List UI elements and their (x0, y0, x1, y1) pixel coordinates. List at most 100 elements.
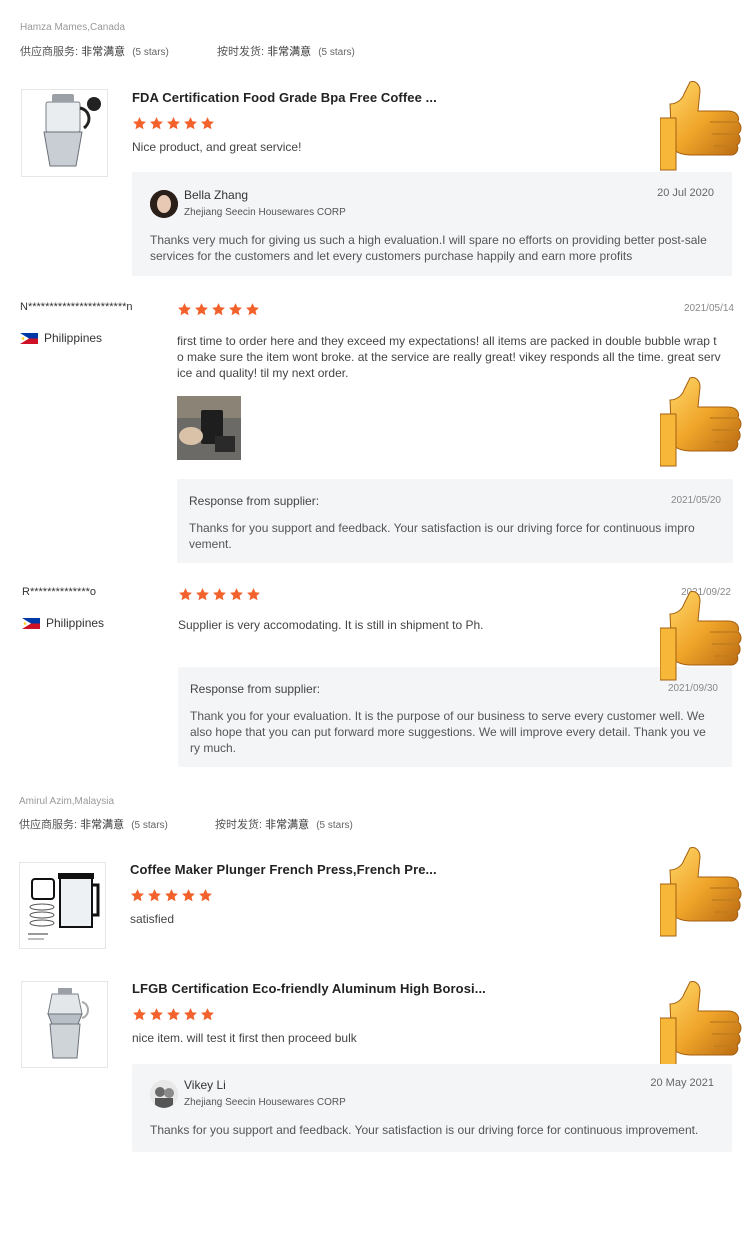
review-photo[interactable] (177, 396, 241, 460)
product-title[interactable]: LFGB Certification Eco-friendly Aluminum… (132, 981, 486, 996)
glass-moka-pot-icon (47, 988, 89, 1059)
person-avatar-icon (150, 190, 178, 218)
reply-company[interactable]: Zhejiang Seecin Housewares CORP (184, 207, 346, 218)
buyer-country: Philippines (20, 331, 102, 345)
star-icon (166, 116, 181, 131)
service-value: 非常满意 (81, 46, 126, 58)
response-label: Response from supplier: (189, 494, 320, 508)
shipping-value: 非常满意 (267, 46, 312, 58)
product-title[interactable]: Coffee Maker Plunger French Press,French… (130, 862, 437, 877)
star-icon (177, 302, 192, 317)
review-stars (177, 302, 260, 317)
avatar (150, 1080, 178, 1108)
response-text-line: Thanks for you support and feedback. You… (189, 521, 695, 535)
response-text-line: also hope that you can put forward more … (190, 725, 706, 739)
buyer-name: Amirul Azim,Malaysia (19, 796, 115, 807)
star-icon (149, 1007, 164, 1022)
review-text-line: o make sure the item wont broke. at the … (177, 350, 721, 364)
service-stars-note: (5 stars) (131, 820, 168, 831)
supplier-response: Response from supplier: 2021/05/20 Thank… (177, 479, 733, 563)
star-icon (183, 116, 198, 131)
star-icon (194, 302, 209, 317)
country-label: Philippines (46, 616, 105, 630)
star-icon (164, 888, 179, 903)
response-date: 2021/09/30 (667, 683, 718, 694)
response-text: Thanks for you support and feedback. You… (189, 520, 729, 552)
product-stars (132, 116, 215, 131)
reply-text: Thanks very much for giving us such a hi… (150, 233, 707, 263)
thumbs-up-icon (660, 588, 748, 684)
thumbs-up-icon (660, 374, 748, 470)
star-icon (212, 587, 227, 602)
star-icon (181, 888, 196, 903)
buyer-country: Philippines (22, 616, 104, 630)
service-rating-row: 供应商服务: 非常满意 (5 stars) (20, 43, 169, 59)
response-text-line: vement. (189, 537, 232, 551)
review-date: 2021/05/14 (683, 303, 734, 314)
supplier-response: Response from supplier: 2021/09/30 Thank… (178, 667, 732, 767)
shipping-stars-note: (5 stars) (316, 820, 353, 831)
product-comment: Nice product, and great service! (132, 140, 302, 154)
review-text-line: first time to order here and they exceed… (177, 334, 717, 348)
product-stars (130, 888, 213, 903)
review-photo-icon (177, 396, 241, 460)
star-icon (132, 116, 147, 131)
response-date: 2021/05/20 (670, 495, 721, 506)
reply-text: Thanks for you support and feedback. You… (150, 1123, 699, 1137)
service-label: 供应商服务: (20, 46, 79, 58)
shipping-value: 非常满意 (265, 819, 310, 831)
reply-author: Vikey Li (184, 1078, 226, 1092)
service-label: 供应商服务: (19, 819, 78, 831)
star-icon (149, 116, 164, 131)
star-icon (166, 1007, 181, 1022)
star-icon (132, 1007, 147, 1022)
star-icon (130, 888, 145, 903)
thumbs-up-icon (660, 978, 748, 1074)
philippines-flag-icon (22, 617, 40, 629)
response-text-line: Thank you for your evaluation. It is the… (190, 709, 705, 723)
product-title[interactable]: FDA Certification Food Grade Bpa Free Co… (132, 90, 437, 105)
star-icon (147, 888, 162, 903)
supplier-reply: Vikey Li Zhejiang Seecin Housewares CORP… (132, 1064, 732, 1152)
product-comment: nice item. will test it first then proce… (132, 1031, 357, 1045)
shipping-stars-note: (5 stars) (318, 47, 355, 58)
reply-date: 20 May 2021 (650, 1077, 714, 1089)
moka-pot-icon (43, 94, 101, 167)
response-label: Response from supplier: (190, 682, 321, 696)
star-icon (198, 888, 213, 903)
service-stars-note: (5 stars) (132, 47, 169, 58)
person-avatar-icon (150, 1080, 178, 1108)
buyer-name: Hamza Mames,Canada (20, 22, 126, 33)
reply-date: 20 Jul 2020 (657, 187, 714, 199)
buyer-name: N***********************n (20, 301, 133, 313)
product-comment: satisfied (130, 912, 175, 926)
star-icon (245, 302, 260, 317)
review-text-line: ice and quality! til my next order. (177, 366, 349, 380)
product-stars (132, 1007, 215, 1022)
star-icon (200, 1007, 215, 1022)
response-text-line: ry much. (190, 741, 237, 755)
country-label: Philippines (44, 331, 103, 345)
product-image[interactable] (21, 89, 108, 177)
reply-author: Bella Zhang (184, 188, 249, 202)
star-icon (246, 587, 261, 602)
french-press-icon (28, 873, 100, 940)
shipping-label: 按时发货: (215, 819, 263, 831)
star-icon (183, 1007, 198, 1022)
supplier-reply: Bella Zhang Zhejiang Seecin Housewares C… (132, 172, 732, 276)
product-image[interactable] (19, 862, 106, 949)
avatar (150, 190, 178, 218)
shipping-label: 按时发货: (217, 46, 265, 58)
reply-company[interactable]: Zhejiang Seecin Housewares CORP (184, 1097, 346, 1108)
shipping-rating-row: 按时发货: 非常满意 (5 stars) (217, 43, 355, 59)
review-stars (178, 587, 261, 602)
review-text: first time to order here and they exceed… (177, 333, 737, 381)
thumbs-up-icon (660, 844, 748, 940)
star-icon (178, 587, 193, 602)
star-icon (200, 116, 215, 131)
star-icon (211, 302, 226, 317)
shipping-rating-row: 按时发货: 非常满意 (5 stars) (215, 816, 353, 832)
star-icon (228, 302, 243, 317)
philippines-flag-icon (20, 332, 38, 344)
product-image[interactable] (21, 981, 108, 1068)
